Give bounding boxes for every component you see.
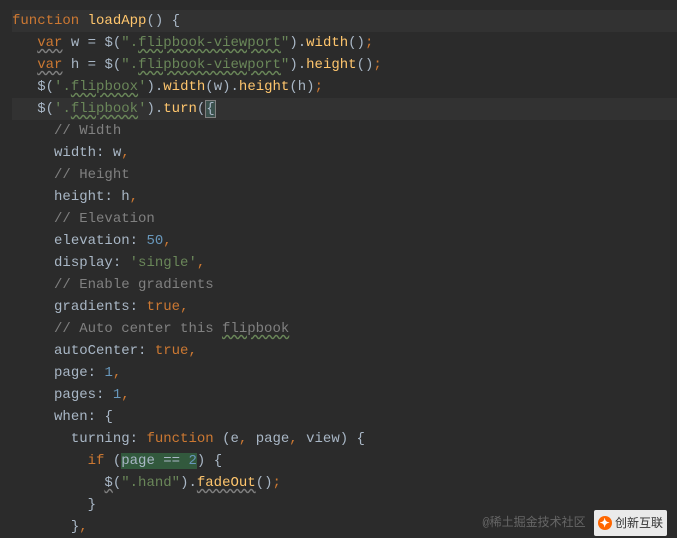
code-line-9: height: h, xyxy=(12,186,677,208)
code-line-14: gradients: true, xyxy=(12,296,677,318)
code-line-11: elevation: 50, xyxy=(12,230,677,252)
code-line-3: var h = $(".flipbook-viewport").height()… xyxy=(12,54,677,76)
code-line-10: // Elevation xyxy=(12,208,677,230)
code-line-15: // Auto center this flipbook xyxy=(12,318,677,340)
code-line-12: display: 'single', xyxy=(12,252,677,274)
code-line-17: page: 1, xyxy=(12,362,677,384)
code-line-1: function loadApp() { xyxy=(12,10,677,32)
code-line-5: $('.flipbook').turn({ xyxy=(12,98,677,120)
code-editor[interactable]: function loadApp() { var w = $(".flipboo… xyxy=(0,0,677,538)
watermark-text: @稀土掘金技术社区 xyxy=(482,512,585,534)
code-line-2: var w = $(".flipbook-viewport").width(); xyxy=(12,32,677,54)
code-line-19: when: { xyxy=(12,406,677,428)
code-line-22: $(".hand").fadeOut(); xyxy=(12,472,677,494)
code-line-6: // Width xyxy=(12,120,677,142)
code-line-18: pages: 1, xyxy=(12,384,677,406)
code-line-21: if (page == 2) { xyxy=(12,450,677,472)
watermark-logo: ✦ 创新互联 xyxy=(594,510,667,536)
code-line-8: // Height xyxy=(12,164,677,186)
code-line-13: // Enable gradients xyxy=(12,274,677,296)
code-line-7: width: w, xyxy=(12,142,677,164)
code-line-16: autoCenter: true, xyxy=(12,340,677,362)
code-line-4: $('.flipboox').width(w).height(h); xyxy=(12,76,677,98)
watermark: @稀土掘金技术社区 ✦ 创新互联 xyxy=(482,510,667,536)
code-line-20: turning: function (e, page, view) { xyxy=(12,428,677,450)
